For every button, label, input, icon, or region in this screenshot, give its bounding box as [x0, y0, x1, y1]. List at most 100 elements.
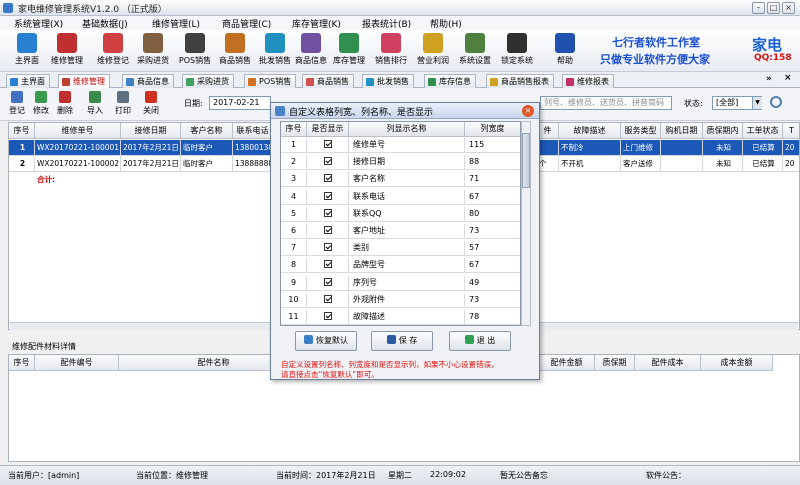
show-checkbox[interactable]: [323, 140, 332, 148]
register-button[interactable]: 登记: [6, 91, 28, 116]
dialog-table-row[interactable]: 5 联系QQ 80: [281, 206, 520, 222]
dialog-column-header: 序号: [281, 122, 307, 137]
dialog-table-row[interactable]: 8 品牌型号 67: [281, 258, 520, 274]
dialog-close-icon[interactable]: ×: [522, 105, 534, 117]
menu-help[interactable]: 帮助(H): [430, 17, 462, 30]
menu-system[interactable]: 系统管理(X): [14, 17, 63, 30]
dialog-table-row[interactable]: 10 外观附件 73: [281, 292, 520, 308]
app-icon: [3, 3, 13, 13]
menu-stock[interactable]: 库存管理(K): [292, 17, 341, 30]
tab-6[interactable]: 批发销售: [362, 74, 414, 88]
minimize-button[interactable]: –: [752, 2, 765, 14]
menu-reports[interactable]: 报表统计(B): [362, 17, 411, 30]
tab-5[interactable]: 商品销售: [302, 74, 354, 88]
exit-button[interactable]: 退 出: [449, 331, 511, 351]
maximize-button[interactable]: □: [767, 2, 780, 14]
toolbar-button-8[interactable]: 库存管理: [330, 33, 368, 71]
column-display-name[interactable]: 接修日期: [349, 155, 465, 171]
tab-4[interactable]: POS销售: [244, 74, 297, 88]
column-width[interactable]: 80: [465, 207, 520, 222]
tab-list-icon[interactable]: »: [766, 74, 772, 84]
show-checkbox[interactable]: [323, 294, 332, 303]
toolbar-button-12[interactable]: 锁定系统: [498, 33, 536, 71]
edit-button[interactable]: 修改: [30, 91, 52, 116]
toolbar-button-4[interactable]: POS销售: [176, 33, 214, 71]
show-checkbox[interactable]: [323, 174, 332, 183]
column-display-name[interactable]: 故障描述: [349, 310, 465, 325]
column-width[interactable]: 67: [465, 190, 520, 205]
tab-8[interactable]: 商品销售报表: [486, 74, 554, 88]
column-display-name[interactable]: 品牌型号: [349, 258, 465, 274]
column-display-name[interactable]: 客户地址: [349, 224, 465, 239]
toolbar-button-0[interactable]: 主界面: [8, 33, 46, 71]
column-width[interactable]: 73: [465, 224, 520, 239]
print-button[interactable]: 打印: [112, 91, 134, 116]
show-checkbox[interactable]: [323, 277, 332, 286]
tab-9[interactable]: 维修报表: [562, 74, 614, 88]
column-width[interactable]: 88: [465, 155, 520, 171]
show-checkbox[interactable]: [323, 191, 332, 200]
toolbar-button-9[interactable]: 销售排行: [372, 33, 410, 71]
tab-0[interactable]: 主界面: [6, 74, 50, 88]
column-display-name[interactable]: 序列号: [349, 275, 465, 291]
menu-repair[interactable]: 维修管理(L): [152, 17, 200, 30]
toolbar-button-2[interactable]: 维修登记: [94, 33, 132, 71]
column-display-name[interactable]: 联系QQ: [349, 206, 465, 222]
toolbar-button-7[interactable]: 商品信息: [292, 33, 330, 71]
dialog-table-row[interactable]: 1 维修单号 115: [281, 138, 520, 153]
dialog-table-row[interactable]: 11 故障描述 78: [281, 310, 520, 325]
show-checkbox[interactable]: [323, 243, 332, 252]
dialog-table-row[interactable]: 2 接修日期 88: [281, 155, 520, 171]
chevron-down-icon[interactable]: ▼: [752, 97, 762, 109]
column-display-name[interactable]: 客户名称: [349, 172, 465, 188]
column-width[interactable]: 73: [465, 293, 520, 308]
save-button[interactable]: 保 存: [371, 331, 433, 351]
close-button[interactable]: ×: [782, 2, 795, 14]
column-width[interactable]: 115: [465, 138, 520, 153]
column-display-name[interactable]: 外观附件: [349, 292, 465, 308]
tab-3[interactable]: 采购进货: [182, 74, 234, 88]
column-display-name[interactable]: 联系电话: [349, 189, 465, 205]
toolbar-button-6[interactable]: 批发销售: [256, 33, 294, 71]
column-width[interactable]: 67: [465, 258, 520, 274]
restore-default-button[interactable]: 恢复默认: [295, 331, 357, 351]
show-checkbox[interactable]: [323, 226, 332, 234]
menu-basic-data[interactable]: 基础数据(J): [82, 17, 128, 30]
column-display-name[interactable]: 维修单号: [349, 138, 465, 153]
show-checkbox[interactable]: [323, 157, 332, 166]
toolbar-button-3[interactable]: 采购进货: [134, 33, 172, 71]
show-checkbox[interactable]: [323, 208, 332, 217]
dialog-table-row[interactable]: 7 类别 57: [281, 241, 520, 257]
import-button[interactable]: 导入: [84, 91, 106, 116]
toolbar-button-5[interactable]: 商品销售: [216, 33, 254, 71]
dialog-table-row[interactable]: 3 客户名称 71: [281, 172, 520, 188]
show-checkbox[interactable]: [323, 312, 332, 320]
toolbar-button-label: 批发销售: [259, 56, 291, 65]
tab-label: 商品销售: [317, 77, 349, 86]
search-icon[interactable]: [770, 96, 782, 108]
toolbar-button-1[interactable]: 维修管理: [48, 33, 86, 71]
search-input[interactable]: 列号、维修员、送货员、拼音简码: [540, 96, 672, 110]
dialog-table-row[interactable]: 4 联系电话 67: [281, 189, 520, 205]
menu-goods[interactable]: 商品管理(C): [222, 17, 271, 30]
date-input[interactable]: 2017-02-21: [209, 96, 271, 110]
column-width[interactable]: 57: [465, 241, 520, 257]
toolbar-button-11[interactable]: 系统设置: [456, 33, 494, 71]
column-width[interactable]: 49: [465, 276, 520, 291]
tab-7[interactable]: 库存信息: [424, 74, 476, 88]
close-tab-button[interactable]: 关闭: [140, 91, 162, 116]
dialog-table-row[interactable]: 9 序列号 49: [281, 275, 520, 291]
tab-2[interactable]: 商品信息: [122, 74, 174, 88]
toolbar-button-10[interactable]: 营业利润: [414, 33, 452, 71]
tab-close-icon[interactable]: ×: [784, 73, 792, 83]
tab-1[interactable]: 维修管理: [58, 74, 110, 88]
delete-button[interactable]: 删除: [54, 91, 76, 116]
toolbar-button-13[interactable]: 帮助: [546, 33, 584, 71]
column-width[interactable]: 78: [465, 310, 520, 325]
column-display-name[interactable]: 类别: [349, 241, 465, 257]
column-width[interactable]: 71: [465, 172, 520, 188]
dialog-table-row[interactable]: 6 客户地址 73: [281, 224, 520, 239]
dialog-scrollbar-thumb[interactable]: [522, 133, 530, 188]
row-number: 7: [281, 241, 307, 257]
show-checkbox[interactable]: [323, 260, 332, 269]
